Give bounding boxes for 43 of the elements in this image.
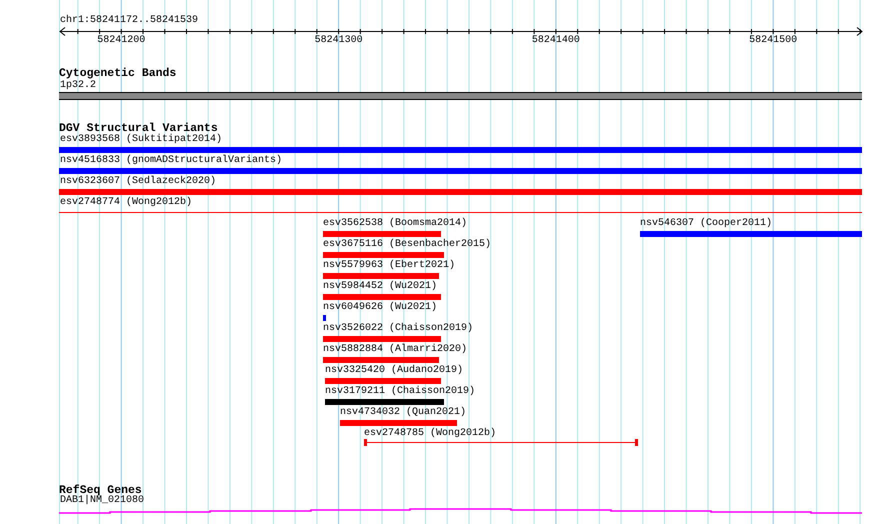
feature-label[interactable]: nsv5579963 (Ebert2021) xyxy=(323,260,456,271)
track-title: DGV Structural Variants xyxy=(59,122,218,135)
variant-bar[interactable] xyxy=(323,336,441,342)
variant-bar[interactable] xyxy=(323,294,441,300)
feature-label[interactable]: DAB1|NM_021080 xyxy=(60,495,144,506)
variant-bar[interactable] xyxy=(325,378,441,384)
variant-bar[interactable] xyxy=(323,252,444,258)
band-bar[interactable] xyxy=(59,92,862,100)
feature-label[interactable]: nsv3526022 (Chaisson2019) xyxy=(323,323,474,334)
variant-bar[interactable] xyxy=(59,168,862,174)
variant-bar[interactable] xyxy=(59,189,862,195)
feature-label[interactable]: esv3562538 (Boomsma2014) xyxy=(323,218,468,229)
track-title: Cytogenetic Bands xyxy=(59,67,176,80)
feature-label[interactable]: nsv3325420 (Audano2019) xyxy=(325,365,464,376)
variant-bar[interactable] xyxy=(340,420,457,426)
variant-bar[interactable] xyxy=(640,231,862,237)
feature-label[interactable]: esv3893568 (Suktitipat2014) xyxy=(60,134,222,145)
transcript-line[interactable] xyxy=(59,508,862,514)
feature-label[interactable]: esv2748785 (Wong2012b) xyxy=(364,428,496,439)
tick-label: 58241500 xyxy=(748,35,798,46)
variant-bar[interactable] xyxy=(325,399,444,405)
feature-label[interactable]: nsv546307 (Cooper2011) xyxy=(640,218,772,229)
variant-bar[interactable] xyxy=(323,315,326,321)
feature-label[interactable]: nsv3179211 (Chaisson2019) xyxy=(325,386,476,397)
feature-label[interactable]: 1p32.2 xyxy=(60,80,96,91)
tick-label: 58241400 xyxy=(530,35,581,46)
variant-line[interactable] xyxy=(59,212,862,213)
tick-label: 58241300 xyxy=(314,35,364,46)
variant-bar[interactable] xyxy=(323,357,439,363)
feature-label[interactable]: nsv4734032 (Quan2021) xyxy=(340,407,466,418)
feature-label[interactable]: esv2748774 (Wong2012b) xyxy=(60,197,192,208)
feature-label[interactable]: esv3675116 (Besenbacher2015) xyxy=(323,239,492,250)
feature-label[interactable]: nsv5984452 (Wu2021) xyxy=(323,281,438,292)
variant-bar[interactable] xyxy=(59,147,862,153)
location-label: chr1:58241172..58241539 xyxy=(60,15,198,26)
tick-label: 58241200 xyxy=(96,35,146,46)
variant-bar[interactable] xyxy=(323,273,439,279)
variant-bar[interactable] xyxy=(323,231,441,237)
feature-label[interactable]: nsv5882884 (Almarri2020) xyxy=(323,344,468,355)
feature-label[interactable]: nsv6049626 (Wu2021) xyxy=(323,302,438,313)
gapped-variant[interactable] xyxy=(364,439,638,446)
feature-label[interactable]: nsv4516833 (gnomADStructuralVariants) xyxy=(60,155,282,166)
feature-label[interactable]: nsv6323607 (Sedlazeck2020) xyxy=(60,176,216,187)
